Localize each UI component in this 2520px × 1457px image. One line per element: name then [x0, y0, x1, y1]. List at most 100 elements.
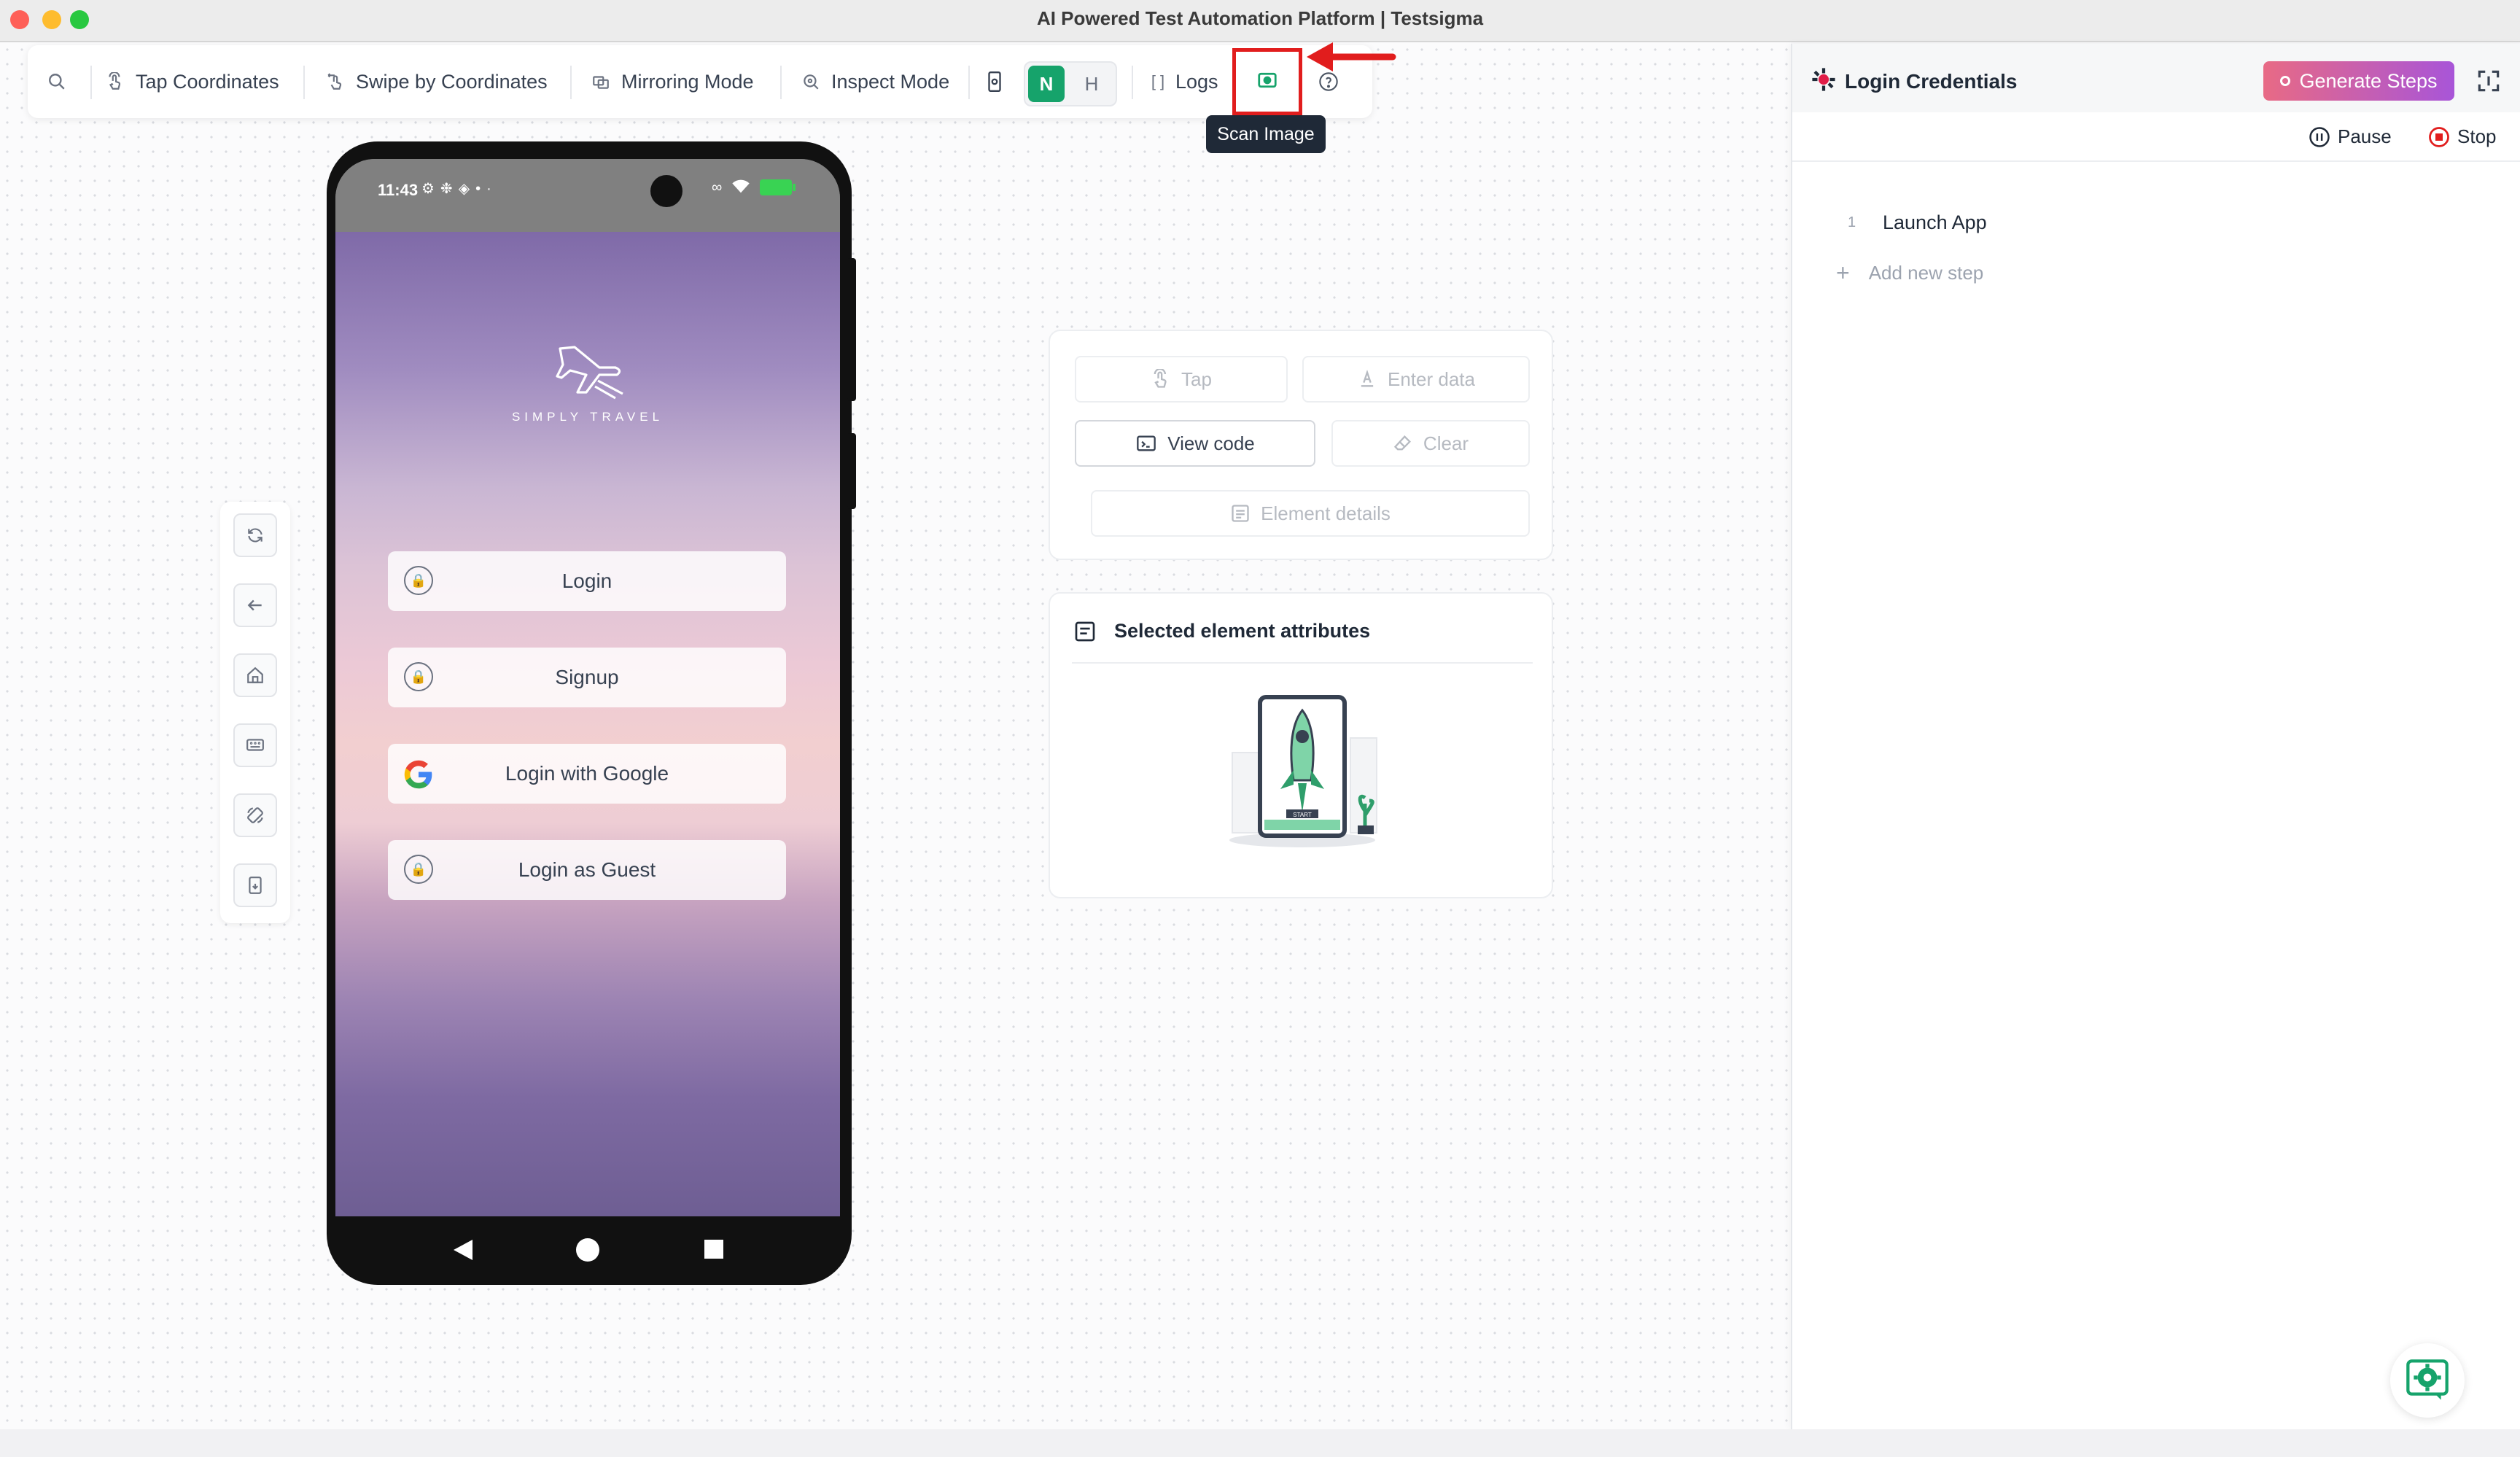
signup-button[interactable]: 🔒 Signup [388, 648, 786, 707]
app-background: SIMPLY TRAVEL 🔒 Login 🔒 Signup Login wit… [335, 232, 840, 1216]
tap-coordinates-button[interactable]: Tap Coordinates [105, 45, 279, 118]
phone-screen[interactable]: 11:43 ⚙❉◈•· ∞ SIMPLY TRAVEL 🔒 Login 🔒 Si… [335, 159, 840, 1216]
home-button[interactable] [233, 653, 277, 697]
window-title-bar: AI Powered Test Automation Platform | Te… [0, 0, 2520, 42]
add-new-step-button[interactable]: + Add new step [1836, 260, 1983, 287]
home-icon [247, 667, 263, 683]
battery-icon [760, 179, 792, 195]
search-button[interactable] [47, 45, 67, 118]
refresh-icon [248, 528, 262, 543]
stop-label: Stop [2457, 125, 2497, 147]
view-code-label: View code [1167, 432, 1255, 454]
toolbar-divider [1132, 66, 1133, 99]
install-app-button[interactable] [233, 863, 277, 907]
view-code-button[interactable]: View code [1075, 420, 1315, 467]
phone-side-button [847, 258, 856, 401]
login-button[interactable]: 🔒 Login [388, 551, 786, 611]
lock-icon: 🔒 [404, 566, 433, 595]
lock-icon: 🔒 [404, 662, 433, 691]
nav-recents-icon[interactable] [704, 1240, 723, 1259]
status-time: 11:43 [378, 181, 419, 199]
phone-side-button [847, 433, 856, 509]
keyboard-icon [246, 739, 264, 751]
record-dot-icon [2280, 76, 2291, 86]
device-screenshot-button[interactable] [984, 45, 1005, 118]
wifi-icon [732, 179, 750, 193]
inspect-icon [801, 71, 821, 92]
nav-back-icon[interactable] [452, 1238, 474, 1262]
test-step-row[interactable]: 1 Launch App [1792, 206, 2520, 249]
assistant-chat-button[interactable] [2390, 1343, 2465, 1418]
plus-icon: + [1836, 260, 1850, 286]
testsigma-logo-icon [1812, 68, 1835, 91]
scan-image-tooltip: Scan Image [1206, 115, 1326, 153]
test-steps-panel: Login Credentials Generate Steps Pause S… [1791, 44, 2520, 1429]
generate-steps-button[interactable]: Generate Steps [2263, 61, 2454, 101]
assistant-gear-icon [2406, 1359, 2449, 1400]
toolbar-divider [303, 66, 305, 99]
reload-app-button[interactable] [233, 513, 277, 557]
element-details-button[interactable]: Element details [1091, 490, 1530, 537]
clear-button[interactable]: Clear [1331, 420, 1530, 467]
illustration-start-label: START [1293, 812, 1312, 818]
google-icon [404, 760, 432, 789]
hybrid-mode-option[interactable]: H [1073, 66, 1110, 102]
front-camera [650, 175, 682, 207]
keyboard-button[interactable] [233, 723, 277, 767]
signup-button-label: Signup [555, 666, 619, 688]
status-notification-icons: ⚙❉◈•· [421, 181, 497, 197]
tap-coordinates-label: Tap Coordinates [136, 70, 279, 93]
mirroring-mode-button[interactable]: Mirroring Mode [591, 45, 754, 118]
tap-gesture-icon [1154, 369, 1167, 388]
mirror-icon [591, 71, 611, 92]
logs-button[interactable]: [ ] Logs [1148, 45, 1218, 118]
swipe-by-coordinates-label: Swipe by Coordinates [356, 70, 548, 93]
mirroring-mode-label: Mirroring Mode [621, 70, 754, 93]
native-mode-option[interactable]: N [1028, 66, 1065, 102]
clear-label: Clear [1423, 432, 1469, 454]
step-number: 1 [1848, 214, 1856, 230]
generate-steps-label: Generate Steps [2299, 69, 2438, 92]
scan-image-icon [1256, 69, 1278, 95]
nav-home-icon[interactable] [576, 1238, 599, 1262]
login-with-google-button[interactable]: Login with Google [388, 744, 786, 804]
stop-icon [2429, 126, 2449, 147]
tap-gesture-icon [105, 71, 125, 92]
scan-image-button[interactable] [1232, 48, 1302, 115]
device-toolbar: Tap Coordinates Swipe by Coordinates Mir… [28, 45, 1372, 118]
element-actions-panel: Tap Enter data View code Clear Element d… [1049, 330, 1553, 560]
arrow-left-icon [247, 599, 262, 611]
logs-label: Logs [1175, 70, 1218, 93]
tap-action-button[interactable]: Tap [1075, 356, 1288, 403]
element-details-label: Element details [1261, 502, 1391, 524]
toolbar-divider [780, 66, 782, 99]
airplane-logo-icon [556, 346, 623, 400]
login-with-google-label: Login with Google [505, 762, 669, 785]
login-as-guest-button[interactable]: 🔒 Login as Guest [388, 840, 786, 900]
mobile-device-icon [984, 71, 1005, 93]
pause-button[interactable]: Pause [2309, 125, 2392, 148]
add-new-step-label: Add new step [1868, 262, 1984, 284]
rotate-device-button[interactable] [233, 793, 277, 837]
link-icon: ∞ [712, 179, 723, 195]
swipe-by-coordinates-button[interactable]: Swipe by Coordinates [325, 45, 548, 118]
fullscreen-icon[interactable] [2475, 67, 2502, 95]
eraser-icon [1393, 435, 1411, 451]
inspect-mode-button[interactable]: Inspect Mode [801, 45, 949, 118]
stop-button[interactable]: Stop [2428, 125, 2497, 148]
back-button[interactable] [233, 583, 277, 627]
phone-status-bar: 11:43 ⚙❉◈•· ∞ [335, 159, 840, 232]
toolbar-divider [968, 66, 970, 99]
red-arrow-annotation [1307, 42, 1396, 71]
step-label: Launch App [1883, 211, 1987, 233]
bottom-edge [0, 1429, 2520, 1457]
attributes-panel-title: Selected element attributes [1114, 620, 1371, 642]
enter-data-button[interactable]: Enter data [1302, 356, 1530, 403]
app-upload-icon [249, 877, 262, 894]
phone-navigation-bar [335, 1216, 840, 1285]
app-brand-name: SIMPLY TRAVEL [511, 410, 664, 424]
test-case-title: Login Credentials [1845, 70, 2018, 93]
pause-label: Pause [2338, 125, 2392, 147]
native-hybrid-toggle: N H [1024, 61, 1117, 106]
panel-divider [1072, 662, 1533, 664]
